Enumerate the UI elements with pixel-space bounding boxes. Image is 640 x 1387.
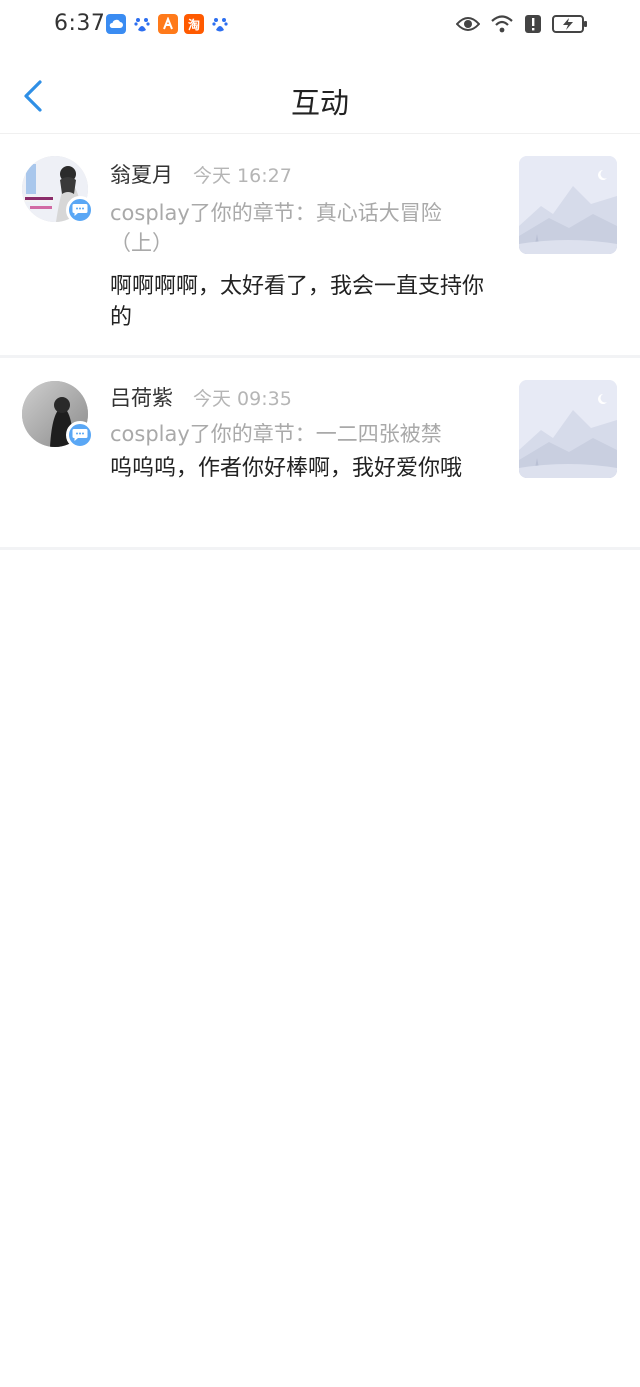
user-name[interactable]: 吕荷紫 xyxy=(110,382,173,412)
list-item[interactable]: 吕荷紫 今天 09:35 cosplay了你的章节：一二四张被禁 呜呜呜，作者你… xyxy=(0,358,640,550)
taobao-icon: 淘 xyxy=(184,14,204,34)
battery-charging-icon xyxy=(552,14,588,38)
status-bar: 6:37 淘 xyxy=(0,0,640,52)
action-description[interactable]: cosplay了你的章节：一二四张被禁 xyxy=(110,419,490,449)
page-header: 互动 xyxy=(0,52,640,134)
system-icons xyxy=(455,14,588,38)
comment-text: 呜呜呜，作者你好棒啊，我好爱你哦 xyxy=(110,456,463,481)
baidu-icon xyxy=(132,14,152,34)
avatar[interactable] xyxy=(22,156,94,224)
screen: 6:37 淘 互动 翁夏月 今天 16:27 cosplay了你的章节：真心话大… xyxy=(0,0,640,1387)
comment-text: 啊啊啊啊，太好看了，我会一直支持你的 xyxy=(110,274,485,330)
timestamp: 今天 09:35 xyxy=(193,388,292,410)
list-item[interactable]: 翁夏月 今天 16:27 cosplay了你的章节：真心话大冒险（上） 啊啊啊啊… xyxy=(0,134,640,358)
status-time: 6:37 xyxy=(54,11,106,36)
comment-badge-icon xyxy=(66,421,94,449)
chapter-thumbnail[interactable] xyxy=(519,156,617,254)
wifi-icon xyxy=(490,14,514,38)
notification-icons: 淘 xyxy=(106,14,230,34)
comment-badge-icon xyxy=(66,196,94,224)
user-name[interactable]: 翁夏月 xyxy=(110,159,173,189)
chapter-thumbnail[interactable] xyxy=(519,380,617,478)
avatar[interactable] xyxy=(22,381,94,449)
baidu-icon xyxy=(210,14,230,34)
action-description[interactable]: cosplay了你的章节：真心话大冒险（上） xyxy=(110,198,490,258)
eye-icon xyxy=(455,15,481,37)
interaction-list: 翁夏月 今天 16:27 cosplay了你的章节：真心话大冒险（上） 啊啊啊啊… xyxy=(0,134,640,550)
timestamp: 今天 16:27 xyxy=(193,165,292,187)
app-icon xyxy=(158,14,178,34)
page-title: 互动 xyxy=(290,86,349,120)
image-placeholder-icon xyxy=(519,156,617,254)
cloud-icon xyxy=(106,14,126,34)
image-placeholder-icon xyxy=(519,380,617,478)
alert-icon xyxy=(524,14,542,38)
